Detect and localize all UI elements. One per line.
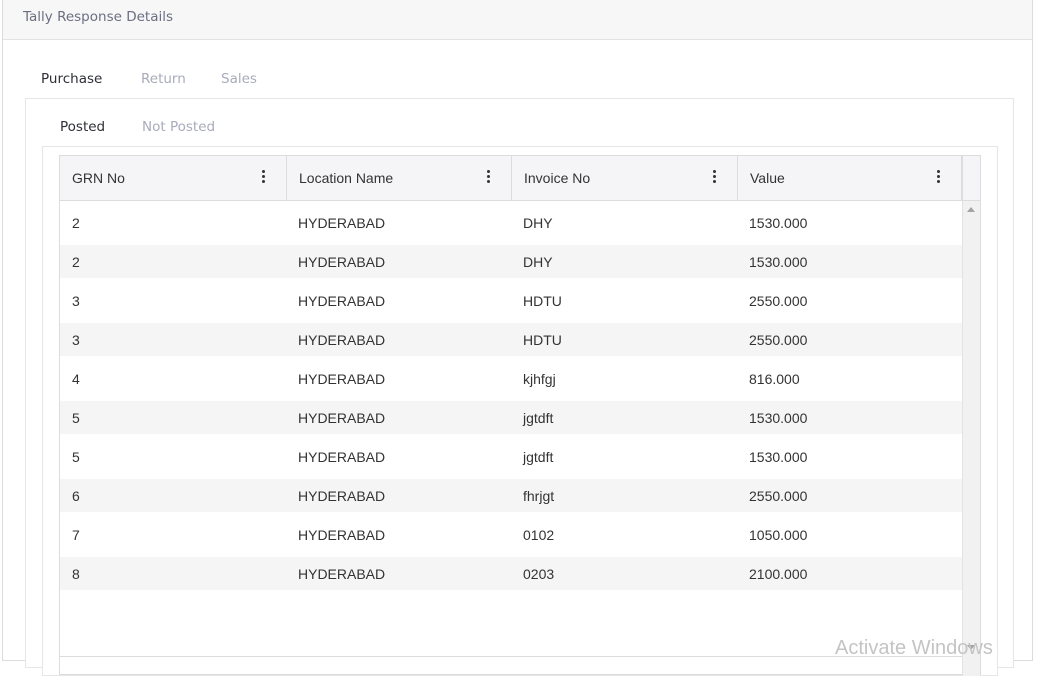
cell-invoice-no: HDTU [523,293,562,309]
table-row[interactable]: 2 HYDERABAD DHY 1530.000 [60,244,962,283]
cell-value: 1530.000 [749,215,808,231]
column-header-label: Invoice No [524,170,591,186]
table-row[interactable]: 3 HYDERABAD HDTU 2550.000 [60,283,962,322]
kebab-vertical-icon[interactable] [937,169,941,185]
cell-location-name: HYDERABAD [298,527,386,543]
grid-bottom-border [60,656,962,657]
card-title: Tally Response Details [23,9,173,25]
cell-value: 816.000 [749,371,800,387]
cell-grn-no: 3 [72,332,80,348]
tab-not-posted[interactable]: Not Posted [142,119,215,135]
row-background [60,479,962,512]
tab-purchase[interactable]: Purchase [41,71,102,87]
row-background [60,323,962,356]
kebab-vertical-icon[interactable] [713,169,717,185]
column-header-label: Location Name [299,170,394,186]
cell-value: 2550.000 [749,332,808,348]
cell-grn-no: 5 [72,410,80,426]
table-row[interactable]: 5 HYDERABAD jgtdft 1530.000 [60,400,962,439]
posted-panel: GRN No Location Name Invoice No Value 2 … [42,146,998,676]
column-header-location-name[interactable]: Location Name [287,156,512,200]
kebab-vertical-icon[interactable] [262,169,266,185]
data-grid: GRN No Location Name Invoice No Value 2 … [59,155,981,676]
tally-response-card: Tally Response Details Purchase Return S… [2,0,1033,676]
scroll-up-arrow-icon[interactable] [967,207,975,212]
cell-value: 2550.000 [749,293,808,309]
cell-grn-no: 6 [72,488,80,504]
kebab-vertical-icon[interactable] [487,169,491,185]
cell-grn-no: 3 [72,293,80,309]
column-header-grn-no[interactable]: GRN No [60,156,287,200]
cell-invoice-no: kjhfgj [523,371,556,387]
cell-location-name: HYDERABAD [298,215,386,231]
cell-grn-no: 2 [72,254,80,270]
cell-location-name: HYDERABAD [298,254,386,270]
table-row[interactable]: 5 HYDERABAD jgtdft 1530.000 [60,439,962,478]
grid-body: 2 HYDERABAD DHY 1530.000 2 HYDERABAD DHY 1530.0… [60,205,962,595]
cell-value: 1530.000 [749,449,808,465]
column-header-label: Value [750,170,785,186]
cell-location-name: HYDERABAD [298,371,386,387]
cell-invoice-no: HDTU [523,332,562,348]
vertical-scrollbar[interactable] [962,201,980,676]
table-row[interactable]: 4 HYDERABAD kjhfgj 816.000 [60,361,962,400]
cell-grn-no: 4 [72,371,80,387]
column-header-invoice-no[interactable]: Invoice No [512,156,738,200]
row-background [60,245,962,278]
table-row[interactable]: 7 HYDERABAD 0102 1050.000 [60,517,962,556]
column-header-value[interactable]: Value [738,156,962,200]
cell-invoice-no: DHY [523,254,553,270]
cell-location-name: HYDERABAD [298,332,386,348]
column-header-label: GRN No [72,170,125,186]
cell-location-name: HYDERABAD [298,410,386,426]
table-row[interactable]: 6 HYDERABAD fhrjgt 2550.000 [60,478,962,517]
table-row[interactable]: 3 HYDERABAD HDTU 2550.000 [60,322,962,361]
cell-grn-no: 7 [72,527,80,543]
cell-grn-no: 8 [72,566,80,582]
row-background [60,284,962,317]
cell-grn-no: 2 [72,215,80,231]
cell-invoice-no: 0102 [523,527,555,543]
row-background [60,206,962,239]
grid-header-row: GRN No Location Name Invoice No Value [60,156,962,201]
row-background [60,401,962,434]
cell-value: 1050.000 [749,527,808,543]
row-background [60,440,962,473]
purchase-panel: Posted Not Posted GRN No Location Name I… [25,98,1014,676]
cell-grn-no: 5 [72,449,80,465]
cell-invoice-no: jgtdft [523,449,554,465]
row-background [60,557,962,590]
cell-invoice-no: fhrjgt [523,488,555,504]
row-background [60,362,962,395]
cell-location-name: HYDERABAD [298,488,386,504]
table-row[interactable]: 2 HYDERABAD DHY 1530.000 [60,205,962,244]
card-header: Tally Response Details [3,0,1032,40]
cell-location-name: HYDERABAD [298,293,386,309]
cell-invoice-no: 0203 [523,566,555,582]
cell-invoice-no: DHY [523,215,553,231]
tab-sales[interactable]: Sales [221,71,257,87]
cell-value: 1530.000 [749,410,808,426]
table-row[interactable]: 8 HYDERABAD 0203 2100.000 [60,556,962,595]
cell-invoice-no: jgtdft [523,410,554,426]
activate-windows-watermark: Activate Windows [835,637,993,659]
tab-return[interactable]: Return [141,71,186,87]
row-background [60,518,962,551]
cell-value: 2550.000 [749,488,808,504]
tab-posted[interactable]: Posted [60,119,105,135]
cell-value: 2100.000 [749,566,808,582]
cell-location-name: HYDERABAD [298,566,386,582]
cell-value: 1530.000 [749,254,808,270]
cell-location-name: HYDERABAD [298,449,386,465]
header-scroll-spacer [962,156,980,201]
